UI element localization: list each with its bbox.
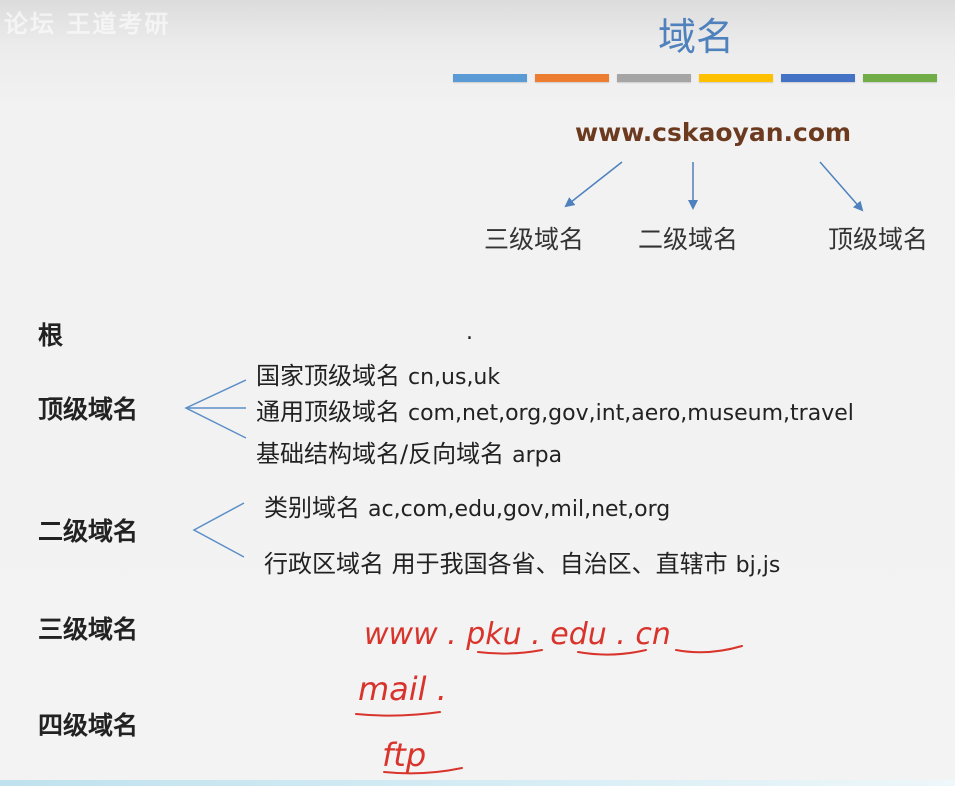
handwritten-line-1: www . pku . edu . cn (364, 617, 671, 652)
second-level-bracket (192, 502, 245, 558)
arrow-to-third-level (564, 161, 623, 208)
bottom-bar (0, 780, 955, 786)
arrow-to-top-level (819, 161, 864, 212)
handwritten-line-2: mail . (358, 670, 447, 708)
diagram-arrows: www . pku . edu . cn mail . ftp (184, 161, 864, 775)
handwritten-line-3: ftp (382, 736, 426, 774)
underline-cn (675, 645, 743, 654)
underline-mail (355, 711, 441, 717)
top-level-bracket (184, 379, 247, 439)
handwriting-annotations: www . pku . edu . cn mail . ftp (355, 617, 743, 775)
